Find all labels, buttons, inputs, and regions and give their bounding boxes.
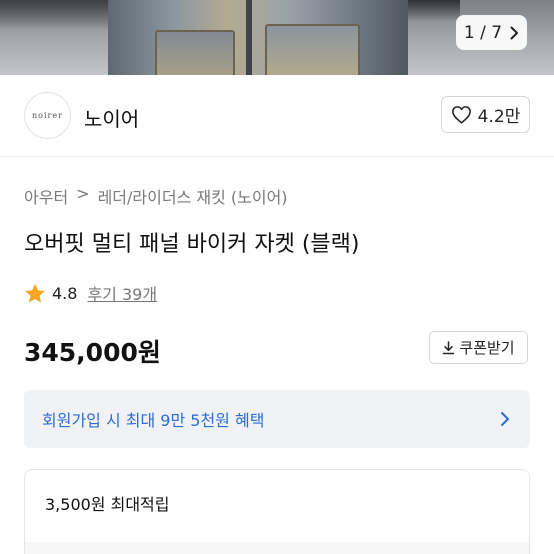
promo-text: 회원가입 시 최대 9만 5천원 혜택: [42, 411, 265, 430]
jacket-photo: [108, 0, 408, 75]
image-counter-text: 1 / 7: [463, 22, 503, 43]
chevron-right-icon: [501, 412, 509, 426]
brand-name-link[interactable]: 노이어: [84, 103, 139, 132]
breadcrumb: 아우터 > 레더/라이더스 재킷 (노이어): [24, 184, 288, 208]
breadcrumb-item-category[interactable]: 레더/라이더스 재킷 (노이어): [98, 184, 288, 208]
image-counter-button[interactable]: 1 / 7: [456, 15, 527, 50]
brand-row: noirer 노이어 4.2만: [0, 75, 554, 157]
brand-logo[interactable]: noirer: [24, 92, 71, 139]
product-title: 오버핏 멀티 패널 바이커 자켓 (블랙): [24, 232, 360, 257]
rating-row: 4.8 후기 39개: [24, 281, 157, 305]
coupon-label: 쿠폰받기: [459, 339, 515, 357]
jacket-pocket-right: [265, 24, 360, 75]
jacket-pocket-left: [155, 30, 235, 75]
points-box: 3,500원 최대적립: [24, 469, 530, 554]
signup-promo-banner[interactable]: 회원가입 시 최대 9만 5천원 혜택: [24, 390, 530, 448]
max-points-text: 3,500원 최대적립: [45, 495, 170, 514]
download-icon: [443, 340, 455, 354]
brand-logo-text: noirer: [32, 111, 63, 120]
chevron-right-icon: [510, 26, 519, 39]
heart-outline-icon: [451, 106, 471, 124]
points-detail-row: [25, 542, 529, 554]
coupon-button[interactable]: 쿠폰받기: [429, 331, 528, 364]
breadcrumb-separator: >: [76, 184, 90, 203]
breadcrumb-item-outer[interactable]: 아우터: [24, 184, 68, 208]
like-count: 4.2만: [477, 107, 521, 127]
product-price: 345,000원: [24, 338, 161, 367]
rating-score: 4.8: [52, 283, 78, 303]
star-icon: [25, 283, 45, 303]
image-shadow-left: [0, 0, 110, 30]
reviews-link[interactable]: 후기 39개: [87, 281, 157, 305]
like-button[interactable]: 4.2만: [441, 96, 530, 133]
product-image[interactable]: 1 / 7: [0, 0, 554, 75]
